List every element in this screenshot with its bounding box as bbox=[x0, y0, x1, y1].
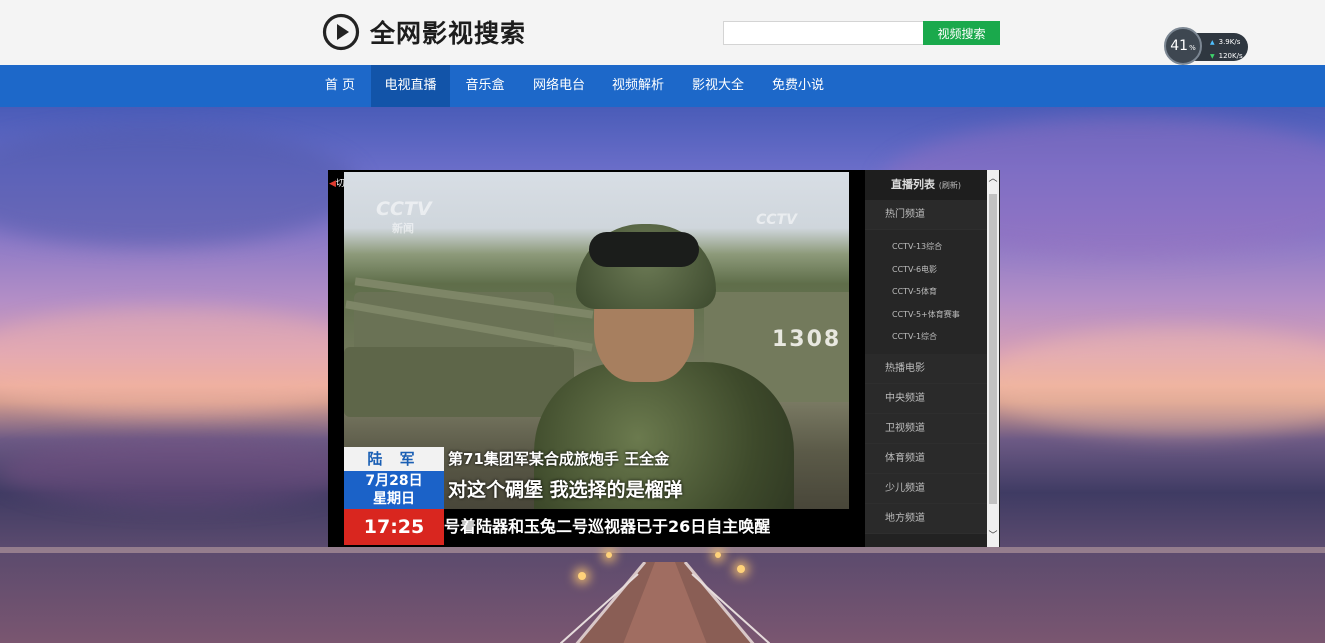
hot-channel-sublist: CCTV-13综合 CCTV-6电影 CCTV-5体育 CCTV-5+体育赛事 … bbox=[865, 230, 987, 354]
cctv-news-logo: CCTV bbox=[376, 198, 432, 220]
pier-lamp bbox=[737, 565, 745, 573]
channel-item[interactable]: CCTV-5体育 bbox=[865, 281, 987, 304]
nav-item-tv-live[interactable]: 电视直播 bbox=[371, 65, 450, 107]
scroll-down-icon[interactable]: ﹀ bbox=[987, 529, 999, 543]
play-circle-icon bbox=[322, 13, 360, 51]
tank-shape bbox=[344, 347, 574, 417]
date-block: 7月28日 星期日 bbox=[344, 471, 444, 509]
main-nav: 首 页 电视直播 音乐盒 网络电台 视频解析 影视大全 免费小说 bbox=[0, 65, 1325, 107]
group-hot-movies[interactable]: 热播电影 bbox=[865, 353, 987, 384]
cctv-news-sublabel: 新闻 bbox=[392, 222, 414, 235]
arrow-down-icon: ▼ bbox=[1210, 53, 1215, 60]
live-channel-list: 直播列表 (刷新) 热门频道 CCTV-13综合 CCTV-6电影 CCTV-5… bbox=[865, 170, 1000, 547]
pier-lamp bbox=[606, 552, 612, 558]
group-satellite-channels[interactable]: 卫视频道 bbox=[865, 413, 987, 444]
upload-value: 3.9 bbox=[1218, 38, 1230, 46]
caption-quote: 对这个碉堡 我选择的是榴弹 bbox=[448, 479, 683, 501]
arrow-left-icon: ◀ bbox=[329, 179, 336, 189]
nav-item-free-novels[interactable]: 免费小说 bbox=[768, 65, 828, 107]
upload-unit: K/s bbox=[1229, 38, 1241, 46]
group-kids-channels[interactable]: 少儿频道 bbox=[865, 473, 987, 504]
group-central-channels[interactable]: 中央频道 bbox=[865, 383, 987, 414]
weekday-line: 星期日 bbox=[373, 491, 415, 507]
download-unit: K/s bbox=[1232, 52, 1243, 60]
search-bar: 视频搜索 bbox=[723, 21, 1000, 45]
cloud bbox=[0, 437, 360, 507]
download-value: 120 bbox=[1218, 52, 1232, 60]
playlist-header: 直播列表 (刷新) bbox=[865, 170, 987, 200]
site-header: 全网影视搜索 视频搜索 41% ▲ 3.9K/s ▼ 120K/s bbox=[0, 0, 1325, 65]
site-logo[interactable]: 全网影视搜索 bbox=[322, 13, 526, 51]
channel-item[interactable]: CCTV-5+体育赛事 bbox=[865, 304, 987, 327]
cloud bbox=[0, 307, 380, 417]
playlist-title: 直播列表 bbox=[890, 178, 935, 191]
pier-lamp bbox=[715, 552, 721, 558]
upload-speed: ▲ 3.9K/s bbox=[1210, 38, 1240, 46]
tv-player: ◀切换 1308 CCTV 新闻 CCTV 陆 军 7月28日 星期日 17:2… bbox=[328, 170, 1000, 547]
download-speed: ▼ 120K/s bbox=[1210, 52, 1243, 60]
branch-label: 陆 军 bbox=[344, 447, 444, 471]
horizon-line bbox=[0, 547, 1325, 553]
refresh-link[interactable]: (刷新) bbox=[939, 181, 961, 190]
nav-item-web-radio[interactable]: 网络电台 bbox=[530, 65, 588, 107]
playlist-scrollbar[interactable]: ︿ ﹀ bbox=[987, 170, 999, 547]
nav-item-movies[interactable]: 影视大全 bbox=[689, 65, 747, 107]
memory-percent-badge: 41% bbox=[1164, 27, 1202, 65]
nav-item-video-parse[interactable]: 视频解析 bbox=[609, 65, 667, 107]
scrollbar-thumb[interactable] bbox=[989, 194, 997, 504]
group-sports-channels[interactable]: 体育频道 bbox=[865, 443, 987, 474]
pier-graphic bbox=[560, 562, 770, 643]
tank-number: 1308 bbox=[772, 327, 842, 352]
arrow-up-icon: ▲ bbox=[1210, 39, 1215, 46]
news-ticker: 号着陆器和玉兔二号巡视器已于26日自主唤醒 bbox=[444, 509, 849, 545]
nav-item-music-box[interactable]: 音乐盒 bbox=[460, 65, 510, 107]
group-local-channels[interactable]: 地方频道 bbox=[865, 503, 987, 534]
lower-third-left-block: 陆 军 7月28日 星期日 17:25 bbox=[344, 447, 444, 545]
group-hot-channels[interactable]: 热门频道 bbox=[865, 200, 987, 230]
network-speed-widget[interactable]: 41% ▲ 3.9K/s ▼ 120K/s bbox=[1164, 27, 1250, 69]
news-lower-third: 陆 军 7月28日 星期日 17:25 第71集团军某合成旅炮手 王全金 对这个… bbox=[344, 447, 849, 545]
site-title: 全网影视搜索 bbox=[370, 19, 527, 48]
caption-speaker: 第71集团军某合成旅炮手 王全金 bbox=[448, 450, 670, 468]
video-frame[interactable]: 1308 CCTV 新闻 CCTV 陆 军 7月28日 星期日 17:25 第7… bbox=[344, 172, 849, 545]
cloud bbox=[0, 127, 360, 247]
logo-text: CCTV bbox=[376, 198, 432, 220]
cctv-right-logo: CCTV bbox=[756, 212, 797, 228]
soldier-goggles bbox=[589, 232, 699, 267]
scroll-up-icon[interactable]: ︿ bbox=[987, 172, 999, 186]
date-line: 7月28日 bbox=[365, 473, 423, 489]
cloud bbox=[980, 327, 1325, 437]
percent-unit: % bbox=[1189, 44, 1196, 52]
percent-value: 41 bbox=[1170, 38, 1189, 54]
time-label: 17:25 bbox=[344, 509, 444, 545]
search-input[interactable] bbox=[723, 21, 923, 45]
pier-lamp bbox=[578, 572, 586, 580]
nav-item-home[interactable]: 首 页 bbox=[318, 65, 362, 107]
channel-item[interactable]: CCTV-13综合 bbox=[865, 236, 987, 259]
channel-item[interactable]: CCTV-1综合 bbox=[865, 326, 987, 349]
video-search-button[interactable]: 视频搜索 bbox=[923, 21, 1000, 45]
channel-item[interactable]: CCTV-6电影 bbox=[865, 259, 987, 282]
